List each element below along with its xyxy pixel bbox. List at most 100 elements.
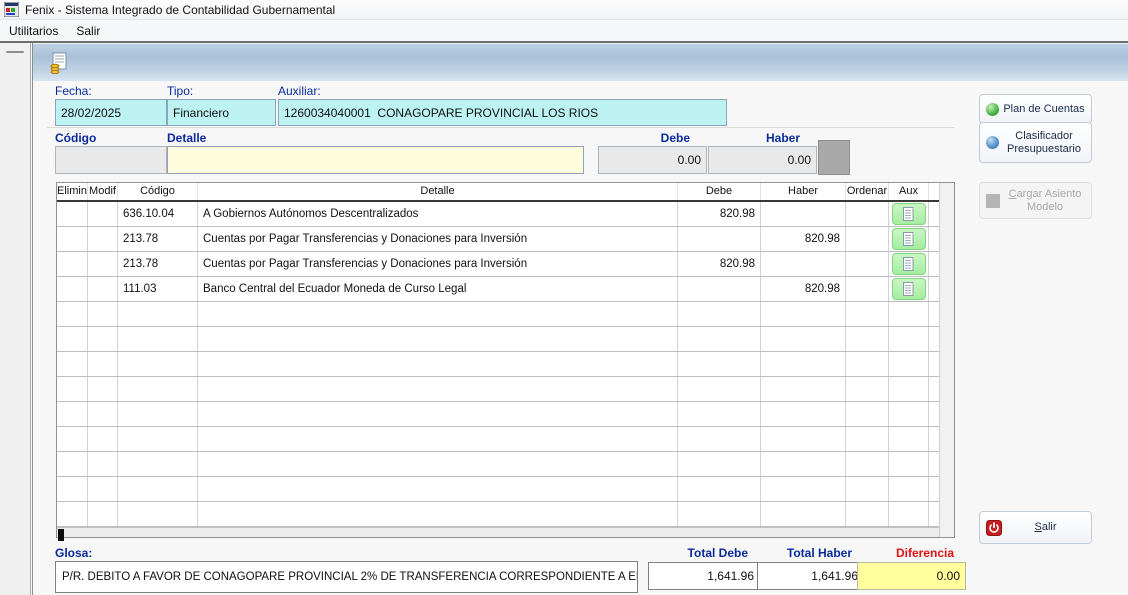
table-row[interactable]: 636.10.04A Gobiernos Autónomos Descentra… <box>57 202 939 227</box>
table-row[interactable]: 213.78Cuentas por Pagar Transferencias y… <box>57 252 939 277</box>
table-row[interactable]: 213.78Cuentas por Pagar Transferencias y… <box>57 227 939 252</box>
cell-codigo <box>118 402 198 426</box>
horizontal-scrollbar-thumb[interactable] <box>58 529 64 541</box>
cell-elimin <box>57 427 88 451</box>
cell-debe: 820.98 <box>678 202 761 226</box>
detalle-field[interactable] <box>167 146 584 174</box>
cell-modif <box>88 352 118 376</box>
cell-filler <box>929 327 939 351</box>
codigo-label: Código <box>55 131 96 145</box>
cell-elimin <box>57 477 88 501</box>
cell-codigo: 213.78 <box>118 252 198 276</box>
cell-debe <box>678 302 761 326</box>
new-entry-button[interactable] <box>46 50 72 76</box>
add-line-button[interactable] <box>818 140 850 175</box>
header-haber[interactable]: Haber <box>761 183 846 200</box>
cell-codigo <box>118 502 198 526</box>
diferencia-value: 0.00 <box>937 569 960 583</box>
menu-utilitarios[interactable]: Utilitarios <box>0 22 67 40</box>
cell-aux <box>889 427 929 451</box>
cell-ordenar <box>846 252 889 276</box>
note-icon <box>903 257 915 271</box>
table-row[interactable]: 111.03Banco Central del Ecuador Moneda d… <box>57 277 939 302</box>
cell-codigo: 213.78 <box>118 227 198 251</box>
cell-haber <box>761 352 846 376</box>
plan-de-cuentas-button[interactable]: Plan de Cuentas <box>979 94 1092 124</box>
salir-label: Salir <box>1006 521 1085 534</box>
cell-debe <box>678 427 761 451</box>
cell-elimin <box>57 402 88 426</box>
cell-aux <box>889 502 929 526</box>
aux-button[interactable] <box>892 253 926 275</box>
salir-button[interactable]: Salir <box>979 511 1092 544</box>
auxiliar-field[interactable]: 1260034040001 CONAGOPARE PROVINCIAL LOS … <box>278 99 727 126</box>
aux-button[interactable] <box>892 203 926 225</box>
table-row <box>57 377 939 402</box>
total-debe-value: 1,641.96 <box>707 569 754 583</box>
header-debe[interactable]: Debe <box>678 183 761 200</box>
cell-ordenar <box>846 402 889 426</box>
cell-filler <box>929 427 939 451</box>
tipo-label: Tipo: <box>167 84 193 98</box>
menu-salir[interactable]: Salir <box>67 22 109 40</box>
cell-filler <box>929 227 939 251</box>
green-sphere-icon <box>986 103 999 116</box>
glosa-field[interactable]: P/R. DEBITO A FAVOR DE CONAGOPARE PROVIN… <box>55 561 638 593</box>
cell-modif <box>88 502 118 526</box>
cell-debe <box>678 452 761 476</box>
fecha-field[interactable]: 28/02/2025 <box>55 99 167 126</box>
grey-square-icon <box>986 194 1000 208</box>
aux-button[interactable] <box>892 278 926 300</box>
cell-modif <box>88 402 118 426</box>
plan-de-cuentas-label: Plan de Cuentas <box>1003 103 1085 116</box>
cell-modif <box>88 252 118 276</box>
header-ordenar[interactable]: Ordenar <box>846 183 889 200</box>
splitter-grip[interactable] <box>6 51 24 53</box>
total-haber-label: Total Haber <box>757 546 852 560</box>
glosa-value: P/R. DEBITO A FAVOR DE CONAGOPARE PROVIN… <box>62 571 638 583</box>
header-detalle[interactable]: Detalle <box>198 183 678 200</box>
header-filler <box>929 183 939 200</box>
cell-elimin <box>57 327 88 351</box>
horizontal-scrollbar[interactable] <box>57 527 939 537</box>
window-title: Fenix - Sistema Integrado de Contabilida… <box>25 3 335 17</box>
clasificador-presupuestario-button[interactable]: Clasificador Presupuestario <box>979 122 1092 163</box>
cell-debe <box>678 477 761 501</box>
cell-modif <box>88 202 118 226</box>
header-elimin[interactable]: Elimin <box>57 183 88 200</box>
cell-filler <box>929 402 939 426</box>
cell-debe: 820.98 <box>678 252 761 276</box>
cell-aux <box>889 352 929 376</box>
cell-filler <box>929 477 939 501</box>
total-haber-value: 1,641.96 <box>811 569 858 583</box>
cell-ordenar <box>846 277 889 301</box>
vertical-scrollbar[interactable] <box>939 183 954 537</box>
cell-codigo <box>118 452 198 476</box>
cell-elimin <box>57 277 88 301</box>
glosa-label: Glosa: <box>55 546 92 560</box>
table-row <box>57 427 939 452</box>
cell-codigo <box>118 427 198 451</box>
haber-label: Haber <box>708 131 800 145</box>
cell-detalle <box>198 477 678 501</box>
cell-filler <box>929 452 939 476</box>
aux-button[interactable] <box>892 228 926 250</box>
cell-codigo: 111.03 <box>118 277 198 301</box>
left-panel-strip[interactable] <box>0 43 31 595</box>
cell-ordenar <box>846 452 889 476</box>
cell-detalle <box>198 502 678 526</box>
header-aux[interactable]: Aux <box>889 183 929 200</box>
table-row <box>57 477 939 502</box>
cell-aux <box>889 327 929 351</box>
cell-aux <box>889 277 929 301</box>
header-modif[interactable]: Modif <box>88 183 118 200</box>
tipo-field[interactable]: Financiero <box>167 99 276 126</box>
table-row <box>57 327 939 352</box>
header-codigo[interactable]: Código <box>118 183 198 200</box>
cell-codigo <box>118 352 198 376</box>
cell-codigo <box>118 302 198 326</box>
cell-debe <box>678 227 761 251</box>
haber-value: 0.00 <box>788 153 811 167</box>
cell-aux <box>889 302 929 326</box>
cell-debe <box>678 502 761 526</box>
